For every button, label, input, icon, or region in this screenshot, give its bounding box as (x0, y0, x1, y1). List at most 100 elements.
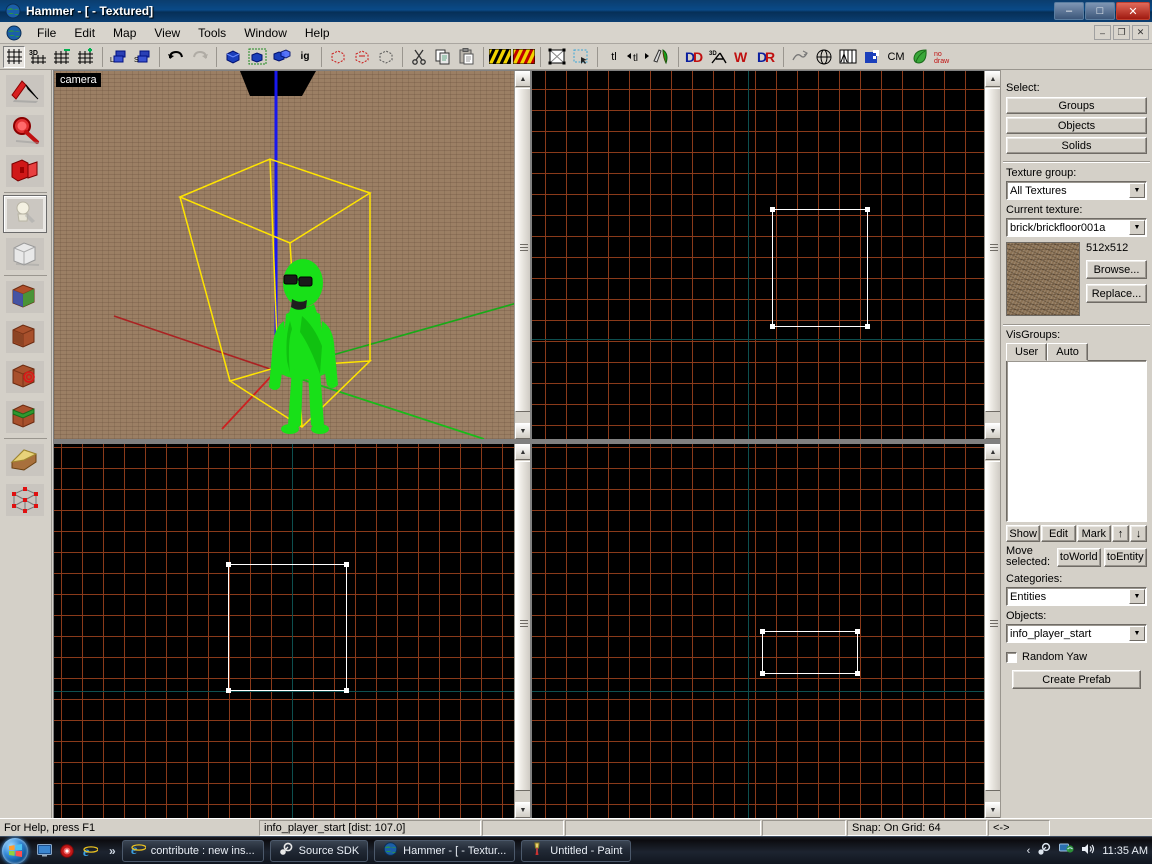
vertex-tool[interactable] (3, 441, 47, 479)
menu-item-window[interactable]: Window (235, 24, 296, 42)
select-solids-button[interactable]: Solids (1006, 137, 1147, 154)
scroll-up-button[interactable]: ▲ (985, 444, 1000, 460)
selection-rectangle[interactable] (760, 629, 860, 676)
selection-handle[interactable] (226, 562, 231, 567)
texture-preview[interactable] (1006, 242, 1080, 316)
clipping-tool[interactable] (3, 398, 47, 436)
taskbar-button-source-sdk[interactable]: Source SDK (269, 839, 369, 862)
center-on-map-icon[interactable]: CM (885, 46, 907, 68)
create-prefab-button[interactable]: Create Prefab (1012, 670, 1141, 689)
scroll-thumb[interactable] (985, 88, 1000, 412)
selection-handle[interactable] (344, 562, 349, 567)
chevron-down-icon[interactable]: ▼ (1129, 220, 1145, 235)
taskbar-button-paint[interactable]: Untitled - Paint (521, 839, 632, 862)
random-yaw-checkbox[interactable] (1006, 651, 1017, 663)
nodraw-texture-icon[interactable]: no draw (933, 46, 955, 68)
to-entity-button[interactable]: toEntity (1103, 547, 1147, 567)
side-viewport-vscrollbar[interactable]: ▲ ▼ (984, 444, 1000, 818)
browse-button[interactable]: Browse... (1086, 260, 1147, 279)
toggle-radius-culling-icon[interactable]: D R (756, 46, 778, 68)
block-tool[interactable] (3, 235, 47, 273)
toggle-cordon-icon[interactable] (489, 46, 511, 68)
selection-handle[interactable] (770, 207, 775, 212)
carve-icon[interactable] (222, 46, 244, 68)
steam-tray-icon[interactable] (1037, 842, 1052, 859)
tab-auto[interactable]: Auto (1047, 343, 1088, 361)
toggle-cordon-tool-icon[interactable] (861, 46, 883, 68)
scroll-thumb[interactable] (515, 88, 530, 412)
select-objects-button[interactable]: Objects (1006, 117, 1147, 134)
copy-icon[interactable] (432, 46, 454, 68)
network-tray-icon[interactable] (1059, 842, 1074, 859)
menu-item-map[interactable]: Map (104, 24, 145, 42)
toggle-world-geometry-icon[interactable]: W (732, 46, 754, 68)
media-player-icon[interactable] (59, 843, 75, 859)
objects-combo[interactable]: info_player_start ▼ (1006, 624, 1147, 643)
top-viewport-vscrollbar[interactable]: ▲ ▼ (984, 71, 1000, 439)
move-up-button[interactable]: ↑ (1111, 525, 1129, 542)
scroll-thumb[interactable] (515, 461, 530, 791)
to-world-button[interactable]: toWorld (1057, 547, 1101, 567)
taskbar-button-hammer[interactable]: Hammer - [ - Textur... (374, 839, 516, 862)
tab-user[interactable]: User (1006, 343, 1048, 361)
3d-viewport-vscrollbar[interactable]: ▲ ▼ (514, 71, 530, 439)
texture-browser-icon[interactable] (837, 46, 859, 68)
selection-rectangle[interactable] (770, 207, 870, 329)
group-icon[interactable] (246, 46, 268, 68)
toggle-texture-apply-icon[interactable] (651, 46, 673, 68)
grid-smaller-icon[interactable] (51, 46, 73, 68)
camera-tool[interactable] (3, 152, 47, 190)
texture-application-tool[interactable] (3, 278, 47, 316)
mdi-minimize-button[interactable]: – (1094, 25, 1111, 40)
scroll-down-button[interactable]: ▼ (515, 802, 530, 818)
selection-handle[interactable] (855, 629, 860, 634)
taskbar-clock[interactable]: 11:35 AM (1102, 845, 1148, 857)
selection-handle[interactable] (760, 671, 765, 676)
edit-cordon-icon[interactable] (513, 46, 535, 68)
texture-lock-icon[interactable]: tl (603, 46, 625, 68)
selection-tool[interactable] (3, 72, 47, 110)
chevron-down-icon[interactable]: ▼ (1129, 183, 1145, 198)
selection-handle[interactable] (770, 324, 775, 329)
chevron-down-icon[interactable]: ▼ (1129, 589, 1145, 604)
internet-explorer-icon[interactable]: e (82, 843, 98, 859)
selection-handle[interactable] (865, 324, 870, 329)
edit-button[interactable]: Edit (1041, 525, 1076, 542)
menu-item-tools[interactable]: Tools (189, 24, 235, 42)
maximize-button[interactable]: □ (1085, 2, 1115, 20)
toggle-3d-grid-icon[interactable]: 3D (27, 46, 49, 68)
magnify-tool[interactable] (3, 112, 47, 150)
hide-unselected-icon[interactable] (351, 46, 373, 68)
scroll-thumb[interactable] (985, 461, 1000, 791)
scroll-up-button[interactable]: ▲ (985, 71, 1000, 87)
minimize-button[interactable]: – (1054, 2, 1084, 20)
run-map-icon[interactable] (789, 46, 811, 68)
mdi-restore-button[interactable]: ❐ (1113, 25, 1130, 40)
mark-button[interactable]: Mark (1076, 525, 1111, 542)
show-displacement-icon[interactable]: D D (684, 46, 706, 68)
toggle-hint-icon[interactable] (909, 46, 931, 68)
entity-tool[interactable] (3, 195, 47, 233)
cut-icon[interactable] (408, 46, 430, 68)
apply-overlays-tool[interactable] (3, 358, 47, 396)
paste-icon[interactable] (456, 46, 478, 68)
toggle-selection-box-icon[interactable] (546, 46, 568, 68)
menu-item-edit[interactable]: Edit (65, 24, 104, 42)
menu-item-file[interactable]: File (28, 24, 65, 42)
apply-decals-tool[interactable] (3, 318, 47, 356)
scroll-up-button[interactable]: ▲ (515, 444, 530, 460)
current-texture-combo[interactable]: brick/brickfloor001a ▼ (1006, 218, 1147, 237)
show-button[interactable]: Show (1006, 525, 1041, 542)
toggle-sphere-icon[interactable] (813, 46, 835, 68)
undo-icon[interactable] (165, 46, 187, 68)
move-down-button[interactable]: ↓ (1129, 525, 1147, 542)
replace-button[interactable]: Replace... (1086, 284, 1147, 303)
scroll-down-button[interactable]: ▼ (985, 423, 1000, 439)
scroll-down-button[interactable]: ▼ (515, 423, 530, 439)
menu-item-help[interactable]: Help (296, 24, 339, 42)
selection-handle[interactable] (865, 207, 870, 212)
toggle-2d-grid-icon[interactable] (3, 45, 25, 68)
visgroups-listbox[interactable] (1006, 360, 1147, 522)
selection-rectangle[interactable] (226, 562, 349, 693)
categories-combo[interactable]: Entities ▼ (1006, 587, 1147, 606)
